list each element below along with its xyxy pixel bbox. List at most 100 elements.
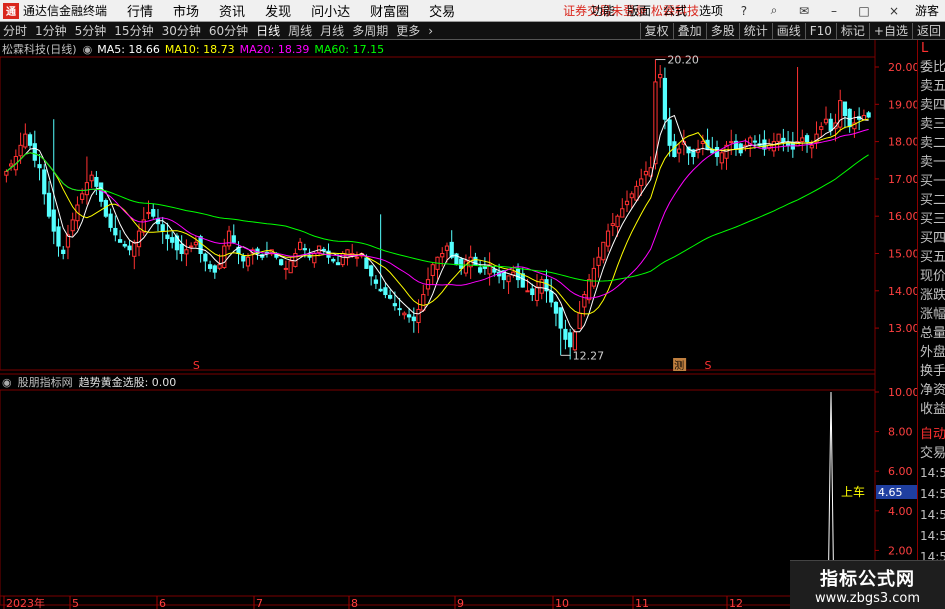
menu-zixun[interactable]: 资讯 (219, 1, 245, 20)
candle-body (658, 73, 663, 79)
menu-wenxiaoda[interactable]: 问小达 (311, 1, 350, 20)
period-multi[interactable]: 多周期 (352, 22, 388, 39)
candle-body (165, 234, 170, 240)
candle-body (752, 140, 758, 143)
search-icon[interactable]: ⌕ (765, 3, 783, 18)
period-1min[interactable]: 1分钟 (35, 22, 67, 39)
candle-body (94, 176, 99, 187)
app-name: 通达信金融终端 (23, 4, 108, 18)
indicator-settings-icon[interactable]: ◉ (2, 376, 12, 389)
candle-body (667, 119, 672, 146)
kline-chart[interactable]: 上车 4.65 20.00 19.00 18.00 17.00 16.00 15.00 14.… (0, 40, 917, 609)
date-tick-label: 7 (256, 597, 263, 609)
indicator-formula[interactable]: 趋势黄金选股: 0.00 (79, 374, 177, 390)
candle-body (189, 245, 194, 248)
period-more[interactable]: 更多 (396, 22, 420, 39)
quote-item: 总量 (920, 326, 945, 341)
candle-body (866, 112, 871, 118)
candle-body (482, 265, 487, 269)
period-fenshi[interactable]: 分时 (3, 22, 27, 39)
quote-item: 买四 (920, 231, 945, 246)
candle-body (771, 141, 776, 152)
period-daily[interactable]: 日线 (256, 22, 280, 39)
candle-body (226, 230, 232, 247)
main-frame (0, 56, 876, 371)
period-30min[interactable]: 30分钟 (162, 22, 201, 39)
candle-body (643, 170, 649, 176)
tool-diejia[interactable]: 叠加 (672, 22, 706, 40)
quote-tag[interactable]: L (918, 40, 945, 58)
candle-body (402, 312, 407, 316)
tool-f10[interactable]: F10 (804, 22, 836, 40)
candle-body (520, 273, 525, 288)
chevron-right-icon[interactable]: › (428, 24, 433, 38)
tool-biaoji[interactable]: 标记 (835, 22, 869, 40)
period-monthly[interactable]: 月线 (320, 22, 344, 39)
menu-banmian[interactable]: 版面 (627, 2, 651, 19)
indicator-tick-label: 4.00 (888, 505, 913, 518)
candle-body (364, 257, 369, 269)
candle-body (700, 141, 705, 144)
user-guest[interactable]: 游客 (915, 2, 939, 19)
maximize-icon[interactable]: □ (855, 4, 873, 18)
stock-name: 松霖科技(日线) (2, 43, 77, 56)
candle-body (56, 226, 61, 247)
candle-body (392, 303, 397, 307)
tool-fuquan[interactable]: 复权 (639, 22, 673, 40)
candle-body (18, 144, 23, 157)
tool-duogu[interactable]: 多股 (705, 22, 739, 40)
candle-body (354, 256, 360, 259)
candle-body (373, 279, 379, 284)
help-icon[interactable]: ? (735, 4, 753, 18)
auto-trade[interactable]: 自动 (918, 425, 945, 444)
quote-item: 卖一 (920, 155, 945, 170)
menu-shichang[interactable]: 市场 (173, 1, 199, 20)
candle-body (46, 192, 52, 217)
menu-caifuquan[interactable]: 财富圈 (370, 1, 409, 20)
menu-gongneng[interactable]: 功能 (591, 2, 615, 19)
menu-xuanxiang[interactable]: 选项 (699, 2, 723, 19)
tool-back[interactable]: 返回 (911, 22, 945, 40)
candle-body (568, 332, 573, 348)
tool-tongji[interactable]: 统计 (738, 22, 772, 40)
period-toolbar: 分时 1分钟 5分钟 15分钟 30分钟 60分钟 日线 周线 月线 多周期 更… (0, 22, 945, 40)
candle-body (563, 328, 568, 340)
candle-body (719, 152, 724, 164)
date-tick-label: 5 (72, 597, 79, 609)
quote-item: 买五 (920, 250, 945, 265)
ma-settings-icon[interactable]: ◉ (83, 43, 93, 56)
candle-body (615, 215, 620, 228)
quote-item: 买二 (920, 193, 945, 208)
menu-hangqing[interactable]: 行情 (127, 1, 153, 20)
candle-body (283, 267, 289, 270)
candle-body (146, 211, 151, 215)
candle-body (662, 77, 668, 120)
signal-s-marker: S (705, 359, 712, 372)
period-15min[interactable]: 15分钟 (114, 22, 153, 39)
candle-body (321, 248, 326, 251)
tool-huaxian[interactable]: 画线 (771, 22, 805, 40)
minimize-icon[interactable]: – (825, 4, 843, 18)
mail-icon[interactable]: ✉ (795, 4, 813, 18)
quote-item: 委比 (920, 60, 945, 75)
menu-faxian[interactable]: 发现 (265, 1, 291, 20)
candle-body (397, 308, 402, 311)
candle-body (800, 137, 805, 143)
candle-body (406, 314, 412, 318)
close-icon[interactable]: × (885, 4, 903, 18)
quote-item: 卖三 (920, 117, 945, 132)
candle-body (113, 227, 118, 236)
period-weekly[interactable]: 周线 (288, 22, 312, 39)
candle-body (809, 144, 814, 149)
period-60min[interactable]: 60分钟 (209, 22, 248, 39)
candle-body (179, 243, 184, 255)
period-5min[interactable]: 5分钟 (75, 22, 107, 39)
candle-body (463, 260, 469, 274)
menu-gongshi[interactable]: 公式 (663, 2, 687, 19)
menu-jiaoyi[interactable]: 交易 (429, 1, 455, 20)
watermark: 指标公式网 www.zbgs3.com (790, 560, 945, 609)
candle-body (629, 193, 634, 199)
tool-add-watchlist[interactable]: +自选 (868, 22, 912, 40)
trade-label[interactable]: 交易 (918, 444, 945, 463)
candle-body (596, 256, 601, 266)
